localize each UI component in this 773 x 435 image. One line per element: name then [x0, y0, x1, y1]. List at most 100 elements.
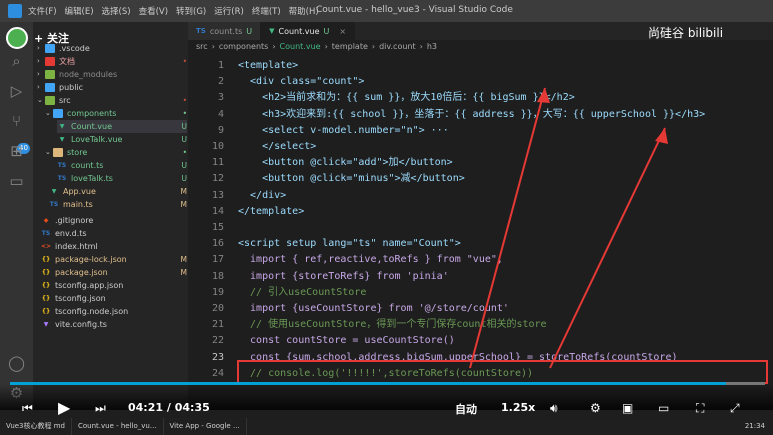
volume-icon[interactable]: 🔊︎: [550, 401, 558, 416]
code-line: <template>: [238, 60, 299, 71]
chevron-right-icon: ›: [37, 57, 40, 65]
vscode-logo-icon: [8, 4, 22, 18]
code-line: </div>: [238, 189, 287, 201]
tree-file-index-html[interactable]: <> index.html: [41, 240, 187, 253]
line-number: 19: [211, 286, 224, 298]
folder-icon: [53, 148, 63, 157]
tree-file-gitignore[interactable]: ◆ .gitignore: [41, 214, 187, 227]
tree-file-lovetalk-vue[interactable]: ▼ LoveTalk.vue U: [57, 133, 187, 146]
tree-file-main-ts[interactable]: TS main.ts M: [49, 198, 187, 211]
tree-folder-store[interactable]: ⌄ store •: [45, 146, 187, 159]
webpage-fullscreen-icon[interactable]: ⛶: [696, 401, 704, 416]
chevron-down-icon: ⌄: [45, 148, 51, 156]
line-number: 20: [211, 303, 224, 314]
tree-folder-docs[interactable]: › 文档 •: [37, 55, 187, 68]
tree-file-tsconfig-node-json[interactable]: {} tsconfig.node.json: [41, 305, 187, 318]
avatar[interactable]: [6, 27, 28, 49]
menu-run[interactable]: 运行(R): [214, 5, 244, 17]
explorer-sidebar: › .vscode › 文档 • › node_modules › public ⌄ src…: [33, 22, 188, 410]
chevron-right-icon: ›: [37, 70, 40, 78]
typescript-file-icon: TS: [41, 230, 51, 237]
line-number: 12: [211, 173, 224, 185]
tree-file-app-vue[interactable]: ▼ App.vue M: [49, 185, 187, 198]
code-line: import {storeToRefs} from 'pinia': [238, 270, 449, 282]
taskbar-item[interactable]: Vue3核心教程 md: [0, 418, 72, 435]
line-number: 9: [217, 124, 224, 136]
code-line: <select v-model.number="n"> ···: [238, 124, 449, 136]
line-number: 4: [217, 108, 224, 120]
folder-icon: [45, 83, 55, 92]
code-line: <button @click="add">加</button>: [238, 157, 453, 169]
vue-file-icon: ▼: [59, 136, 65, 143]
taskbar-item[interactable]: Vite App - Google ...: [164, 418, 247, 435]
tree-file-count-vue[interactable]: ▼ Count.vue U: [57, 120, 187, 133]
breadcrumb-item[interactable]: div.count: [379, 42, 416, 51]
speed-button[interactable]: 1.25x: [501, 401, 535, 414]
tab-count-ts[interactable]: TS count.ts U: [188, 22, 262, 40]
picture-in-picture-icon[interactable]: ▣: [622, 401, 633, 415]
tree-folder-components[interactable]: ⌄ components •: [45, 107, 187, 120]
tree-folder-src[interactable]: ⌄ src •: [37, 94, 187, 107]
tree-file-package-lock-json[interactable]: {} package-lock.json M: [41, 253, 187, 266]
tree-file-tsconfig-app-json[interactable]: {} tsconfig.app.json: [41, 279, 187, 292]
vue-file-icon: ▼: [51, 188, 57, 195]
menu-goto[interactable]: 转到(G): [176, 5, 206, 17]
title-bar: 文件(F) 编辑(E) 选择(S) 查看(V) 转到(G) 运行(R) 终端(T…: [0, 0, 773, 22]
chevron-right-icon: ›: [371, 42, 376, 51]
menu-help[interactable]: 帮助(H): [289, 5, 319, 17]
account-icon[interactable]: ◯: [7, 354, 26, 373]
folder-icon: [45, 57, 55, 66]
previous-icon[interactable]: ⏮: [22, 401, 33, 416]
tree-folder-public[interactable]: › public: [37, 81, 187, 94]
code-editor[interactable]: 1 <template> 2 <div class="count"> 3 <h2>当前…: [188, 54, 773, 410]
line-number: 1: [217, 60, 224, 71]
typescript-file-icon: TS: [49, 201, 59, 208]
line-number: 22: [211, 335, 224, 347]
git-file-icon: ◆: [43, 217, 49, 224]
tree-file-count-ts[interactable]: TS count.ts U: [57, 159, 187, 172]
tree-file-package-json[interactable]: {} package.json M: [41, 266, 187, 279]
quality-button[interactable]: 自动: [455, 401, 477, 417]
widescreen-icon[interactable]: ▭: [658, 401, 669, 415]
tree-file-tsconfig-json[interactable]: {} tsconfig.json: [41, 292, 187, 305]
line-number: 24: [211, 367, 224, 379]
fullscreen-icon[interactable]: ⤢: [730, 401, 740, 416]
json-file-icon: {}: [41, 269, 51, 276]
chevron-right-icon: ›: [419, 42, 423, 51]
remote-explorer-icon[interactable]: ▭: [7, 172, 26, 191]
source-control-icon[interactable]: ⑂: [7, 112, 26, 131]
breadcrumb-item[interactable]: src: [196, 42, 208, 51]
folder-icon: [53, 109, 63, 118]
tree-folder-node-modules[interactable]: › node_modules: [37, 68, 187, 81]
tab-count-vue[interactable]: ▼ Count.vue U ×: [261, 22, 356, 40]
typescript-file-icon: TS: [196, 27, 206, 35]
breadcrumb-item[interactable]: Count.vue: [280, 42, 321, 51]
follow-button[interactable]: + 关注: [34, 30, 69, 46]
next-icon[interactable]: ⏭: [95, 401, 106, 416]
brand-watermark: 尚硅谷 bilibili: [648, 26, 724, 40]
settings-gear-icon[interactable]: ⚙: [590, 401, 601, 415]
search-icon[interactable]: ⌕: [7, 52, 26, 71]
play-icon[interactable]: ▶: [58, 398, 70, 417]
json-file-icon: {}: [41, 282, 51, 289]
menu-view[interactable]: 查看(V): [139, 5, 168, 17]
vite-file-icon: ▼: [43, 321, 49, 328]
progress-bar-fill: [10, 382, 726, 385]
menu-selection[interactable]: 选择(S): [102, 5, 131, 17]
breadcrumb-item[interactable]: template: [332, 42, 368, 51]
taskbar-item[interactable]: Count.vue - hello_vu...: [72, 418, 164, 435]
extensions-icon[interactable]: ⊞: [7, 142, 26, 161]
os-taskbar: Vue3核心教程 md Count.vue - hello_vu... Vite…: [0, 418, 773, 435]
tree-file-vite-config-ts[interactable]: ▼ vite.config.ts: [41, 318, 187, 331]
menu-file[interactable]: 文件(F): [28, 5, 57, 17]
menu-edit[interactable]: 编辑(E): [65, 5, 94, 17]
breadcrumb-item[interactable]: components: [219, 42, 268, 51]
close-icon[interactable]: ×: [339, 27, 346, 36]
time-display: 04:21 / 04:35: [128, 401, 210, 414]
tree-file-lovetalk-ts[interactable]: TS loveTalk.ts U: [57, 172, 187, 185]
breadcrumb-item[interactable]: h3: [427, 42, 437, 51]
menu-terminal[interactable]: 终端(T): [252, 5, 281, 17]
tree-file-env-d-ts[interactable]: TS env.d.ts: [41, 227, 187, 240]
chevron-down-icon: ⌄: [37, 96, 43, 104]
run-debug-icon[interactable]: ▷: [7, 82, 26, 101]
